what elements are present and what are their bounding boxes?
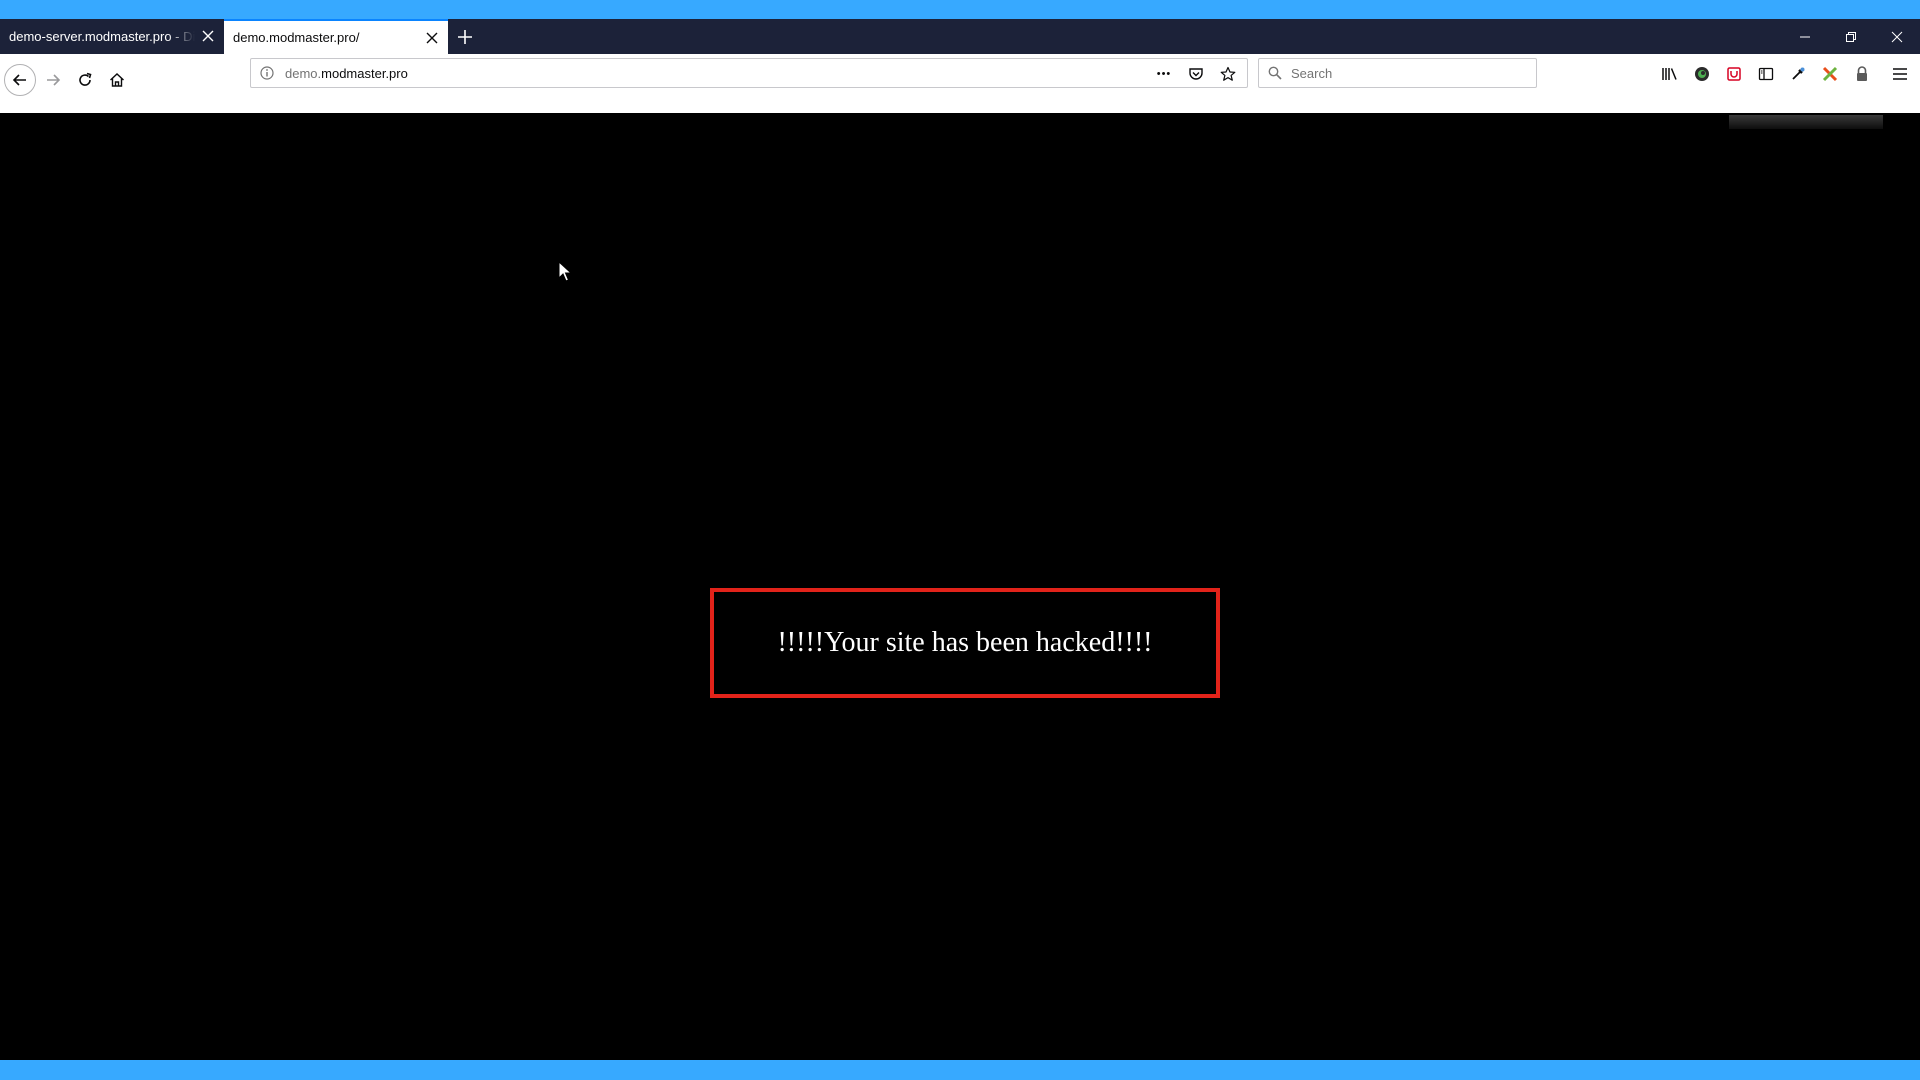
extension-square-icon: [1727, 67, 1741, 81]
tab-directory[interactable]: demo-server.modmaster.pro - Directory: [0, 19, 224, 54]
window-close-button[interactable]: [1874, 19, 1920, 54]
page-content: !!!!!Your site has been hacked!!!!: [0, 113, 1920, 1060]
extension-button[interactable]: [1721, 62, 1747, 86]
page-actions-button[interactable]: •••: [1153, 64, 1175, 84]
reload-button[interactable]: [70, 65, 100, 95]
home-icon: [110, 73, 124, 87]
tab-title: demo-server.modmaster.pro - Directory: [9, 29, 195, 44]
address-bar[interactable]: demo.modmaster.pro •••: [250, 58, 1248, 88]
navigation-toolbar: demo.modmaster.pro •••: [0, 54, 1920, 113]
menu-button[interactable]: [1887, 62, 1913, 86]
url-text[interactable]: demo.modmaster.pro: [285, 66, 408, 81]
tab-title: demo.modmaster.pro/: [233, 30, 360, 45]
hamburger-icon: [1893, 68, 1907, 80]
back-button[interactable]: [4, 64, 36, 96]
star-icon: [1220, 66, 1236, 81]
lock-icon: [1857, 66, 1867, 81]
restore-icon: [1846, 31, 1856, 42]
hacked-message: !!!!!Your site has been hacked!!!!: [777, 627, 1153, 658]
sidebar-button[interactable]: [1753, 62, 1779, 86]
extension-circle-icon: [1695, 67, 1709, 81]
tab-demo-site[interactable]: demo.modmaster.pro/: [224, 19, 448, 54]
library-icon: [1662, 68, 1677, 80]
hacked-message-box: !!!!!Your site has been hacked!!!!: [710, 588, 1220, 698]
arrow-right-icon: [47, 74, 61, 86]
close-icon[interactable]: [200, 28, 216, 44]
more-icon: •••: [1156, 68, 1172, 80]
search-bar[interactable]: [1258, 58, 1537, 88]
extension-button[interactable]: [1689, 62, 1715, 86]
page-element-strip: [1729, 115, 1883, 129]
page-actions: •••: [1153, 64, 1239, 84]
restore-button[interactable]: [1828, 19, 1874, 54]
home-button[interactable]: [102, 65, 132, 95]
tools-icon: [1822, 66, 1838, 82]
minimize-button[interactable]: [1782, 19, 1828, 54]
forward-button[interactable]: [38, 65, 68, 95]
extension-button[interactable]: [1849, 62, 1875, 86]
close-icon[interactable]: [424, 30, 440, 46]
search-input[interactable]: [1291, 65, 1521, 81]
new-tab-button[interactable]: [452, 25, 478, 49]
plus-icon: [458, 30, 472, 44]
url-domain: modmaster.pro: [321, 65, 408, 81]
reload-icon: [79, 72, 92, 86]
tab-strip: demo-server.modmaster.pro - Directory de…: [0, 19, 1920, 54]
info-icon[interactable]: [259, 65, 275, 81]
dropper-icon: [1792, 67, 1805, 80]
magnifier-icon: [1267, 65, 1283, 81]
extension-button[interactable]: [1817, 62, 1843, 86]
library-button[interactable]: [1657, 62, 1683, 86]
sidebar-icon: [1758, 67, 1774, 81]
pocket-icon: [1189, 68, 1203, 80]
close-icon: [1891, 31, 1903, 42]
top-accent-bar: [0, 0, 1920, 19]
bottom-accent-bar: [0, 1060, 1920, 1080]
extension-button[interactable]: [1785, 62, 1811, 86]
url-prefix: demo.: [285, 65, 322, 81]
pocket-button[interactable]: [1185, 64, 1207, 84]
arrow-left-icon: [12, 74, 26, 86]
mouse-cursor: [558, 261, 572, 282]
bookmark-button[interactable]: [1217, 64, 1239, 84]
minimize-icon: [1800, 36, 1810, 37]
